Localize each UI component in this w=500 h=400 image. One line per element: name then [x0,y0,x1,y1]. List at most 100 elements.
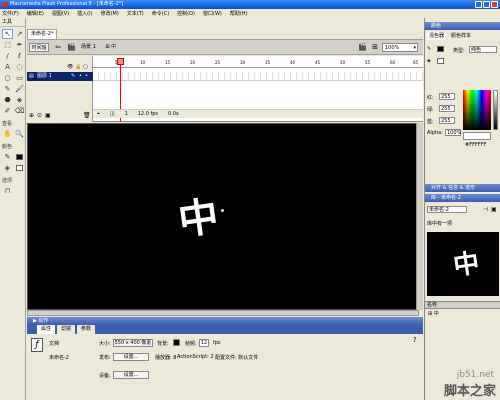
ruler-tick: 15 [165,60,171,65]
hex-value[interactable]: #FFFFFF [465,142,486,148]
pin-icon[interactable]: ⊣ [483,206,488,213]
green-input[interactable]: 255 [439,105,455,112]
selection-tool-icon[interactable]: ↖ [2,29,13,39]
pen-tool-icon[interactable]: A [2,62,13,72]
stroke-icon[interactable]: ✎ [427,46,431,52]
text-tool-icon[interactable]: ◌ [14,62,25,72]
vertical-scrollbar[interactable] [416,123,423,310]
paint-bucket-tool-icon[interactable]: ◈ [14,95,25,105]
line-tool-icon[interactable]: / [2,51,13,61]
tab-color-mixer[interactable]: 混色器 [427,32,447,40]
stage[interactable]: 中 [27,123,419,310]
menu-insert[interactable]: 插入(I) [77,10,92,17]
fill-swatch[interactable] [14,163,25,173]
tab-properties[interactable]: 属性 [37,325,56,334]
blue-input[interactable]: 255 [439,117,455,124]
menu-view[interactable]: 视图(V) [52,10,69,17]
oval-tool-icon[interactable]: ○ [2,73,13,83]
brush-tool-icon[interactable]: 🖌 [14,84,25,94]
zoom-select[interactable]: 100% ▾ [382,43,418,52]
actions-panel-header[interactable]: ▶ 动作 [27,317,423,325]
pencil-tool-icon[interactable]: ✎ [2,84,13,94]
mixer-fill-swatch[interactable] [437,58,444,64]
breadcrumb-symbol[interactable]: 中 [111,44,116,50]
align-panel-header[interactable]: 对齐 & 信息 & 变形 [425,184,500,192]
eye-icon[interactable]: 👁 [67,64,73,70]
add-layer-icon[interactable]: ⊕ [29,112,34,119]
lasso-tool-icon[interactable]: ℓ [14,51,25,61]
library-panel-header[interactable]: 库 - 未命名-2 [425,194,500,202]
menu-window[interactable]: 窗口(W) [203,10,222,17]
onion-skin-icon[interactable]: ◫ [110,111,115,117]
frame-track[interactable] [93,72,423,81]
frame-ruler[interactable]: 5 10 15 20 25 30 35 40 45 50 55 60 65 [93,58,423,68]
center-frame-icon[interactable]: ⌖ [97,111,100,117]
breadcrumb-scene[interactable]: 场景 1 [81,44,96,50]
frame-rate-input[interactable]: 12 [199,339,209,347]
menu-commands[interactable]: 命令(C) [152,10,169,17]
color-panel-header[interactable]: 颜色 [425,22,500,30]
maximize-icon[interactable] [483,1,490,8]
subselection-tool-icon[interactable]: ↗ [14,29,25,39]
publish-settings-button[interactable]: 设置... [113,353,149,361]
menu-file[interactable]: 文件(F) [2,10,19,17]
library-column-header[interactable]: 名称 [425,301,500,309]
snap-magnet-icon[interactable]: ⊓ [2,186,13,196]
edit-symbol-icon[interactable]: ⊞ [372,43,378,51]
tab-filters[interactable]: 滤镜 [57,325,76,334]
minimize-icon[interactable] [475,1,482,8]
lock-icon[interactable]: 🔒 [75,64,81,70]
menu-control[interactable]: 控制(O) [177,10,195,17]
red-input[interactable]: 255 [439,93,455,100]
fill-type-select[interactable]: 纯色 [469,46,497,53]
eyedropper-tool-icon[interactable]: ✐ [2,106,13,116]
rectangle-tool-icon[interactable]: ▭ [14,73,25,83]
edit-scene-icon[interactable]: 🎬 [358,43,367,51]
horizontal-scrollbar[interactable] [27,310,419,316]
library-doc-select[interactable]: 未命名-2 [427,206,467,213]
fill-transform-tool-icon[interactable]: ✒ [14,40,25,50]
blue-label: 蓝: [427,119,434,125]
close-icon[interactable] [491,1,498,8]
menu-edit[interactable]: 编辑(E) [27,10,44,17]
doc-name: 未命名-2 [49,355,69,361]
fill-icon[interactable]: ◈ [427,58,431,64]
outline-icon[interactable]: ▢ [83,64,88,70]
menu-text[interactable]: 文本(T) [127,10,144,17]
add-guide-icon[interactable]: ⊙ [37,112,42,119]
hand-tool-icon[interactable]: ✋ [2,129,13,139]
background-color-swatch[interactable] [173,339,180,346]
ink-bottle-tool-icon[interactable]: ⬣ [2,95,13,105]
fill-color-icon[interactable]: ◈ [2,163,13,173]
delete-layer-icon[interactable]: 🗑 [83,112,91,119]
red-label: 红: [427,95,434,101]
alpha-input[interactable]: 100% [445,129,461,136]
layer-row[interactable]: ▤ 图层 1 ✎ • • [27,72,93,81]
tab-color-swatches[interactable]: 颜色样本 [449,32,474,40]
library-item[interactable]: ⊞ 中 [425,310,500,318]
ruler-tick: 40 [290,60,296,65]
size-button[interactable]: 550 x 400 像素 [113,339,153,347]
timeline-toggle-button[interactable]: 时间轴 [29,43,49,52]
help-icon[interactable]: ? [413,336,417,344]
eraser-tool-icon[interactable]: ⌫ [14,106,25,116]
color-spectrum[interactable] [463,90,491,130]
new-library-icon[interactable]: ▣ [491,206,497,213]
back-arrow-icon[interactable]: ⇦ [55,43,61,51]
document-tab[interactable]: 未命名-2* [27,29,57,39]
ruler-tick: 55 [365,60,371,65]
zoom-tool-icon[interactable]: 🔍 [14,129,25,139]
brightness-slider[interactable] [493,90,498,130]
alpha-label: Alpha: [427,130,443,136]
add-folder-icon[interactable]: ▣ [45,112,51,119]
stage-text[interactable]: 中 [174,183,222,246]
mixer-stroke-swatch[interactable] [437,46,444,52]
device-settings-button[interactable]: 设置... [113,371,149,379]
free-transform-tool-icon[interactable]: ⬚ [2,40,13,50]
stroke-swatch[interactable] [14,152,25,162]
menu-help[interactable]: 帮助(H) [230,10,248,17]
menu-modify[interactable]: 修改(M) [101,10,119,17]
stroke-color-icon[interactable]: ✎ [2,152,13,162]
ruler-tick: 35 [265,60,271,65]
tab-parameters[interactable]: 参数 [77,325,96,334]
